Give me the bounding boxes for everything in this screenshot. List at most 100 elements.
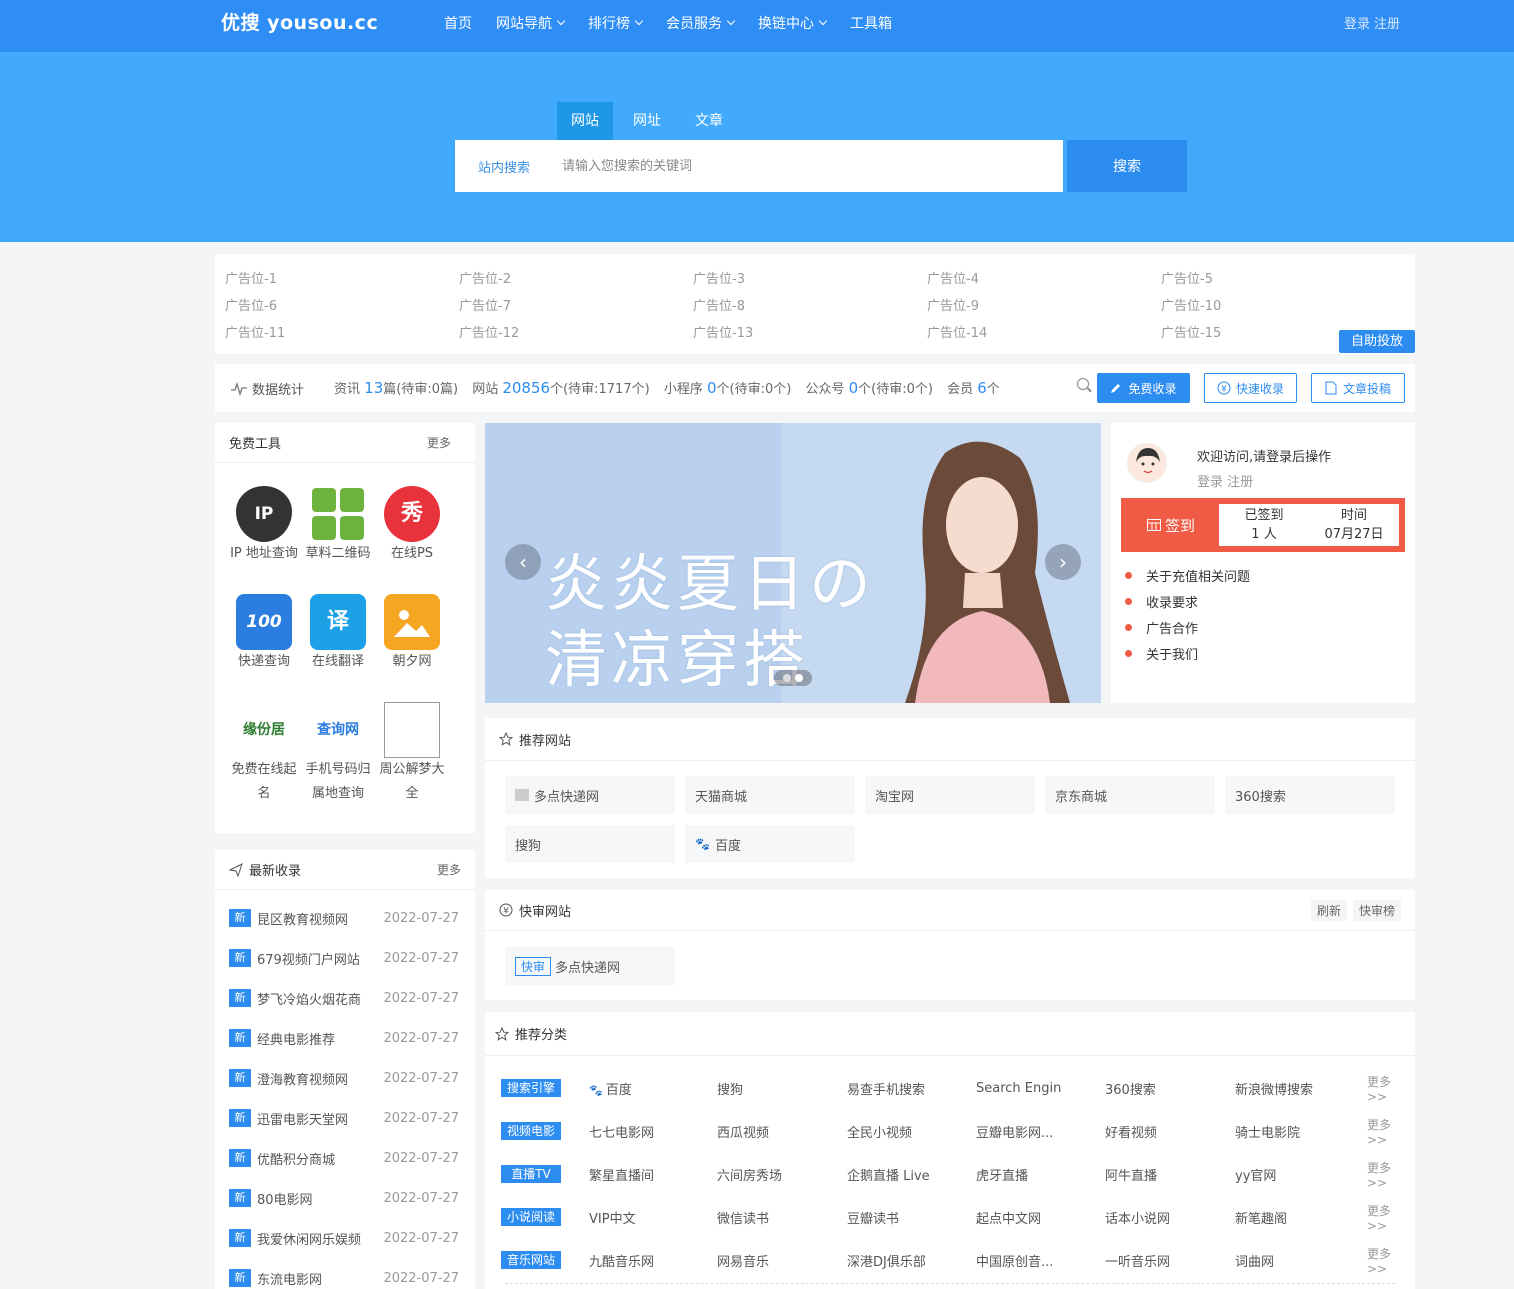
- register-link[interactable]: 注册: [1374, 17, 1400, 32]
- nav-link-exchange[interactable]: 换链中心: [758, 13, 828, 33]
- nav-home[interactable]: 首页: [444, 13, 472, 33]
- category-link[interactable]: 阿牛直播: [1105, 1165, 1223, 1184]
- news-title[interactable]: 经典电影推荐: [257, 1029, 382, 1048]
- tool-phone-lookup[interactable]: 查询网 手机号码归属地查询: [301, 702, 375, 806]
- list-item[interactable]: 新澄海教育视频网 2022-07-27: [229, 1067, 459, 1089]
- category-tag[interactable]: 直播TV: [501, 1165, 561, 1183]
- self-serve-ad-button[interactable]: 自助投放: [1339, 330, 1415, 353]
- sign-in-button[interactable]: 签到: [1124, 501, 1218, 549]
- list-item[interactable]: 新经典电影推荐 2022-07-27: [229, 1027, 459, 1049]
- ad-slot[interactable]: 广告位-6: [225, 295, 277, 314]
- nav-member-service[interactable]: 会员服务: [666, 13, 736, 33]
- tool-translate[interactable]: 译 在线翻译: [301, 594, 375, 674]
- category-link[interactable]: 企鹅直播 Live: [847, 1165, 965, 1184]
- category-tag[interactable]: 小说阅读: [501, 1208, 561, 1226]
- category-link[interactable]: 骑士电影院: [1235, 1122, 1353, 1141]
- category-more-link[interactable]: 更多>>: [1367, 1202, 1391, 1233]
- ad-slot[interactable]: 广告位-5: [1161, 268, 1213, 287]
- category-link[interactable]: 中国原创音...: [976, 1251, 1094, 1270]
- site-link[interactable]: 多点快递网: [505, 776, 675, 814]
- refresh-button[interactable]: 刷新: [1310, 899, 1347, 921]
- news-title[interactable]: 梦飞冷焰火烟花商: [257, 989, 382, 1008]
- site-link[interactable]: 淘宝网: [865, 776, 1035, 814]
- category-link[interactable]: 一听音乐网: [1105, 1251, 1223, 1270]
- banner-carousel[interactable]: 炎炎夏日の 清凉穿搭 ‹ ›: [485, 423, 1101, 703]
- tool-ip-lookup[interactable]: IP IP 地址查询: [227, 486, 301, 566]
- site-link[interactable]: 天猫商城: [685, 776, 855, 814]
- search-tab-url[interactable]: 网址: [619, 102, 675, 140]
- category-tag[interactable]: 搜索引擎: [501, 1079, 561, 1097]
- site-link[interactable]: 🐾 百度: [685, 825, 855, 863]
- latest-more-link[interactable]: 更多: [437, 861, 461, 878]
- search-tab-article[interactable]: 文章: [681, 102, 737, 140]
- category-link[interactable]: yy官网: [1235, 1165, 1353, 1184]
- category-link[interactable]: 九酷音乐网: [589, 1251, 707, 1270]
- category-link[interactable]: 全民小视频: [847, 1122, 965, 1141]
- nav-ranking[interactable]: 排行榜: [588, 13, 644, 33]
- news-title[interactable]: 昆区教育视频网: [257, 909, 382, 928]
- list-item[interactable]: 新 80电影网 2022-07-27: [229, 1187, 459, 1209]
- info-link[interactable]: 关于我们: [1125, 644, 1198, 663]
- category-link[interactable]: 话本小说网: [1105, 1208, 1223, 1227]
- category-link[interactable]: 豆瓣电影网...: [976, 1122, 1094, 1141]
- news-title[interactable]: 澄海教育视频网: [257, 1069, 382, 1088]
- category-link[interactable]: 🐾 百度: [589, 1079, 707, 1098]
- news-title[interactable]: 优酷积分商城: [257, 1149, 382, 1168]
- category-link[interactable]: Search Engin: [976, 1081, 1094, 1096]
- ad-slot[interactable]: 广告位-15: [1161, 322, 1221, 341]
- quick-rank-button[interactable]: 快审榜: [1352, 899, 1401, 921]
- ad-slot[interactable]: 广告位-4: [927, 268, 979, 287]
- category-link[interactable]: 豆瓣读书: [847, 1208, 965, 1227]
- ad-slot[interactable]: 广告位-1: [225, 268, 277, 287]
- category-link[interactable]: 深港DJ俱乐部: [847, 1251, 965, 1270]
- category-link[interactable]: 虎牙直播: [976, 1165, 1094, 1184]
- tool-express[interactable]: 100 快递查询: [227, 594, 301, 674]
- panel-register-link[interactable]: 注册: [1227, 475, 1253, 490]
- info-link[interactable]: 关于充值相关问题: [1125, 566, 1250, 585]
- free-tools-more-link[interactable]: 更多: [427, 434, 451, 451]
- category-link[interactable]: 繁星直播间: [589, 1165, 707, 1184]
- category-link[interactable]: 六间房秀场: [717, 1165, 835, 1184]
- ad-slot[interactable]: 广告位-12: [459, 322, 519, 341]
- category-link[interactable]: 新笔趣阁: [1235, 1208, 1353, 1227]
- info-link[interactable]: 广告合作: [1125, 618, 1198, 637]
- category-more-link[interactable]: 更多>>: [1367, 1073, 1391, 1104]
- category-link[interactable]: 起点中文网: [976, 1208, 1094, 1227]
- news-title[interactable]: 80电影网: [257, 1189, 382, 1208]
- tool-zhaoxi[interactable]: 朝夕网: [375, 594, 449, 674]
- ad-slot[interactable]: 广告位-9: [927, 295, 979, 314]
- list-item[interactable]: 新东流电影网 2022-07-27: [229, 1267, 459, 1289]
- list-item[interactable]: 新优酷积分商城 2022-07-27: [229, 1147, 459, 1169]
- category-link[interactable]: VIP中文: [589, 1208, 707, 1227]
- nav-toolbox[interactable]: 工具箱: [850, 13, 892, 33]
- category-link[interactable]: 好看视频: [1105, 1122, 1223, 1141]
- search-input[interactable]: [562, 152, 1042, 180]
- site-logo[interactable]: 优搜 yousou.cc: [221, 8, 378, 35]
- category-tag[interactable]: 视频电影: [501, 1122, 561, 1140]
- news-title[interactable]: 东流电影网: [257, 1269, 382, 1288]
- category-link[interactable]: 新浪微博搜索: [1235, 1079, 1353, 1098]
- tool-dream[interactable]: 周公解梦大全: [375, 702, 449, 806]
- free-submit-button[interactable]: 免费收录: [1097, 373, 1190, 403]
- category-link[interactable]: 七七电影网: [589, 1122, 707, 1141]
- carousel-next-button[interactable]: ›: [1045, 544, 1081, 580]
- category-more-link[interactable]: 更多>>: [1367, 1116, 1391, 1147]
- ad-slot[interactable]: 广告位-10: [1161, 295, 1221, 314]
- carousel-dot[interactable]: [783, 674, 791, 682]
- nav-site-directory[interactable]: 网站导航: [496, 13, 566, 33]
- ad-slot[interactable]: 广告位-14: [927, 322, 987, 341]
- site-link[interactable]: 快审 多点快递网: [505, 947, 675, 985]
- info-link[interactable]: 收录要求: [1125, 592, 1198, 611]
- list-item[interactable]: 新 679视频门户网站 2022-07-27: [229, 947, 459, 969]
- ad-slot[interactable]: 广告位-8: [693, 295, 745, 314]
- login-link[interactable]: 登录: [1344, 17, 1370, 32]
- news-title[interactable]: 迅雷电影天堂网: [257, 1109, 382, 1128]
- category-link[interactable]: 360搜索: [1105, 1079, 1223, 1098]
- category-tag[interactable]: 音乐网站: [501, 1251, 561, 1269]
- category-link[interactable]: 网易音乐: [717, 1251, 835, 1270]
- tool-naming[interactable]: 缘份居 免费在线起名: [227, 702, 301, 806]
- fast-submit-button[interactable]: ¥ 快速收录: [1204, 373, 1297, 403]
- panel-login-link[interactable]: 登录: [1197, 475, 1223, 490]
- news-title[interactable]: 679视频门户网站: [257, 949, 382, 968]
- category-more-link[interactable]: 更多>>: [1367, 1159, 1391, 1190]
